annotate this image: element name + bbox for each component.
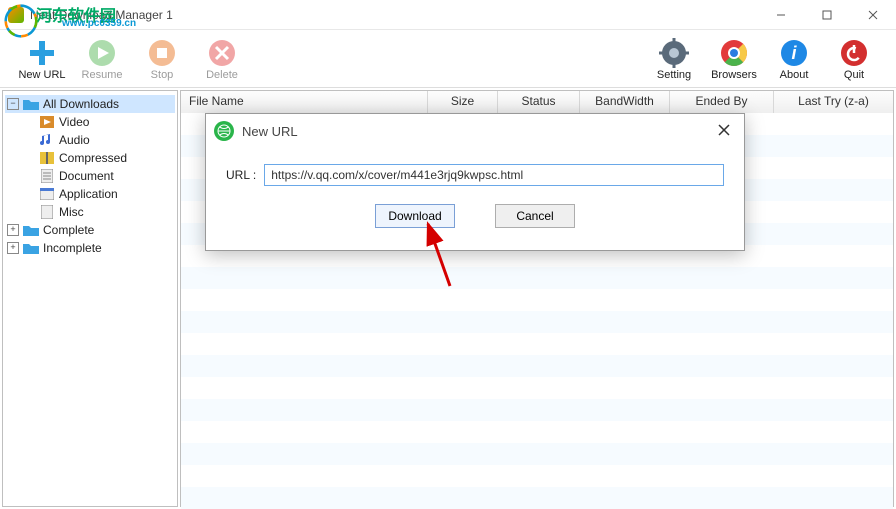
document-icon — [39, 169, 55, 183]
tree-label: Video — [59, 115, 89, 129]
video-icon — [39, 115, 55, 129]
tree-label: Incomplete — [43, 241, 102, 255]
new-url-dialog: New URL URL : Download Cancel — [205, 113, 745, 251]
tree-audio[interactable]: Audio — [5, 131, 175, 149]
new-url-button[interactable]: New URL — [12, 37, 72, 81]
delete-label: Delete — [206, 69, 238, 81]
maximize-button[interactable] — [804, 0, 850, 30]
info-icon: i — [778, 37, 810, 69]
tree-label: Compressed — [59, 151, 127, 165]
download-button[interactable]: Download — [375, 204, 455, 228]
dialog-titlebar: New URL — [206, 114, 744, 148]
titlebar: Neat Download Manager 1 河东软件园 www.pc0359… — [0, 0, 896, 30]
tree-incomplete[interactable]: + Incomplete — [5, 239, 175, 257]
quit-label: Quit — [844, 69, 864, 81]
about-button[interactable]: i About — [764, 37, 824, 81]
play-icon — [86, 37, 118, 69]
resume-label: Resume — [82, 69, 123, 81]
resume-button[interactable]: Resume — [72, 37, 132, 81]
tree-label: Complete — [43, 223, 94, 237]
dialog-icon — [214, 121, 234, 141]
delete-button[interactable]: Delete — [192, 37, 252, 81]
col-lasttry[interactable]: Last Try (z-a) — [774, 91, 893, 113]
compressed-icon — [39, 151, 55, 165]
stop-icon — [146, 37, 178, 69]
tree-compressed[interactable]: Compressed — [5, 149, 175, 167]
misc-icon — [39, 205, 55, 219]
table-row[interactable] — [181, 421, 893, 443]
tree-application[interactable]: Application — [5, 185, 175, 203]
collapse-icon[interactable]: − — [7, 98, 19, 110]
table-row[interactable] — [181, 465, 893, 487]
new-url-label: New URL — [18, 69, 65, 81]
folder-icon — [23, 223, 39, 237]
browsers-button[interactable]: Browsers — [704, 37, 764, 81]
plus-icon — [26, 37, 58, 69]
col-endedby[interactable]: Ended By — [670, 91, 774, 113]
table-header: File Name Size Status BandWidth Ended By… — [181, 91, 893, 113]
expand-icon[interactable]: + — [7, 224, 19, 236]
setting-label: Setting — [657, 69, 691, 81]
table-row[interactable] — [181, 267, 893, 289]
expand-icon[interactable]: + — [7, 242, 19, 254]
tree-complete[interactable]: + Complete — [5, 221, 175, 239]
table-row[interactable] — [181, 399, 893, 421]
setting-button[interactable]: Setting — [644, 37, 704, 81]
col-bandwidth[interactable]: BandWidth — [580, 91, 670, 113]
table-row[interactable] — [181, 487, 893, 509]
watermark-logo — [4, 4, 38, 38]
application-icon — [39, 187, 55, 201]
table-row[interactable] — [181, 355, 893, 377]
tree-document[interactable]: Document — [5, 167, 175, 185]
tree-all-downloads[interactable]: − All Downloads — [5, 95, 175, 113]
tree-misc[interactable]: Misc — [5, 203, 175, 221]
cancel-button[interactable]: Cancel — [495, 204, 575, 228]
table-row[interactable] — [181, 289, 893, 311]
folder-icon — [23, 97, 39, 111]
table-row[interactable] — [181, 377, 893, 399]
about-label: About — [780, 69, 809, 81]
audio-icon — [39, 133, 55, 147]
folder-icon — [23, 241, 39, 255]
url-label: URL : — [226, 168, 256, 182]
minimize-button[interactable] — [758, 0, 804, 30]
col-status[interactable]: Status — [498, 91, 580, 113]
sidebar: − All Downloads Video Audio Compressed D… — [2, 90, 178, 507]
quit-button[interactable]: Quit — [824, 37, 884, 81]
dialog-close-button[interactable] — [712, 123, 736, 139]
close-button[interactable] — [850, 0, 896, 30]
stop-label: Stop — [151, 69, 174, 81]
chrome-icon — [718, 37, 750, 69]
tree-label: Document — [59, 169, 114, 183]
table-row[interactable] — [181, 443, 893, 465]
tree-label: Application — [59, 187, 118, 201]
gear-icon — [658, 37, 690, 69]
browsers-label: Browsers — [711, 69, 757, 81]
tree-label: Misc — [59, 205, 84, 219]
col-filename[interactable]: File Name — [181, 91, 428, 113]
tree-label: Audio — [59, 133, 90, 147]
tree-label: All Downloads — [43, 97, 119, 111]
table-row[interactable] — [181, 333, 893, 355]
delete-icon — [206, 37, 238, 69]
power-icon — [838, 37, 870, 69]
stop-button[interactable]: Stop — [132, 37, 192, 81]
toolbar: New URL Resume Stop Delete Setting Brows… — [0, 30, 896, 88]
url-input[interactable] — [264, 164, 724, 186]
watermark-sub: www.pc0359.cn — [62, 18, 136, 29]
tree-video[interactable]: Video — [5, 113, 175, 131]
table-row[interactable] — [181, 311, 893, 333]
col-size[interactable]: Size — [428, 91, 498, 113]
dialog-title: New URL — [242, 124, 712, 139]
